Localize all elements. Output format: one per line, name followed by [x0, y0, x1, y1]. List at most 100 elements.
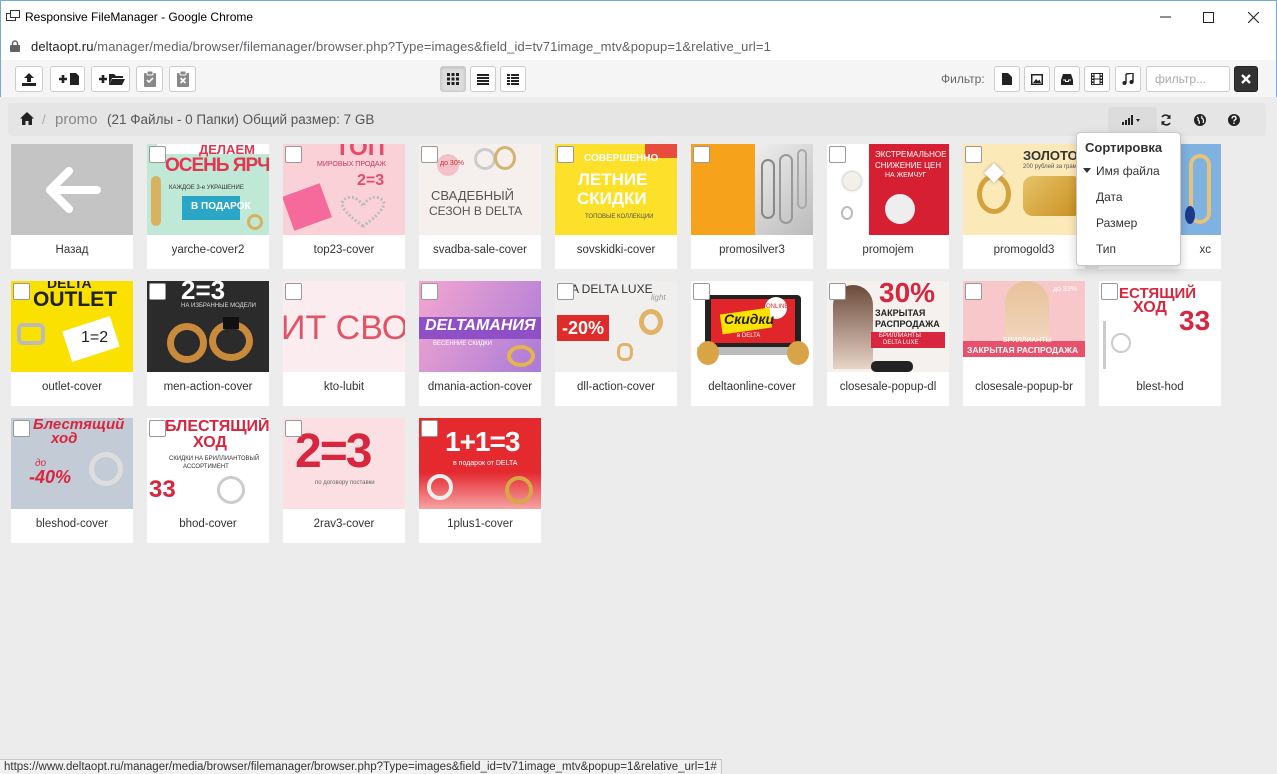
- file-checkbox[interactable]: [965, 146, 982, 163]
- file-tile[interactable]: 2=3 НА ИЗБРАННЫЕ МОДЕЛИ men-action-cover: [147, 281, 269, 406]
- thumb-text: 33: [1179, 305, 1211, 336]
- file-tile[interactable]: promosilver3: [691, 144, 813, 269]
- music-note-icon: [1122, 73, 1134, 85]
- file-tile[interactable]: 30% ЗАКРЫТАЯ РАСПРОДАЖА БРИЛЛИАНТЫ DELTA…: [827, 281, 949, 406]
- file-checkbox[interactable]: [557, 146, 574, 163]
- thumb-text: Блестящий: [33, 418, 125, 433]
- home-icon[interactable]: [20, 112, 34, 125]
- refresh-icon: [1161, 113, 1171, 126]
- thumb-text: СНИЖЕНИЕ ЦЕН: [875, 161, 942, 170]
- language-button[interactable]: [1191, 107, 1209, 132]
- file-icon: [1002, 73, 1012, 85]
- file-checkbox[interactable]: [421, 420, 438, 437]
- refresh-button[interactable]: [1157, 107, 1175, 132]
- heart-necklace-icon: [340, 195, 386, 228]
- sort-option-date[interactable]: Дата: [1096, 190, 1123, 204]
- clear-filter-button[interactable]: [1234, 66, 1258, 92]
- thumb-text: 200 рублей за грамм: [1023, 164, 1081, 170]
- film-icon: [1091, 73, 1103, 85]
- file-checkbox[interactable]: [693, 146, 710, 163]
- close-icon: [1241, 74, 1251, 84]
- new-folder-button[interactable]: [91, 66, 130, 92]
- file-tile[interactable]: до 33% БРИЛЛИАНТЫ ЗАКРЫТАЯ РАСПРОДАЖА cl…: [963, 281, 1085, 406]
- filter-input[interactable]: [1146, 66, 1230, 92]
- file-name: bhod-cover: [179, 518, 237, 530]
- close-window-button[interactable]: [1230, 1, 1276, 33]
- file-checkbox[interactable]: [285, 420, 302, 437]
- filter-music-button[interactable]: [1115, 66, 1141, 92]
- file-checkbox[interactable]: [13, 283, 30, 300]
- thumb-text: ЗОЛОТО: [1023, 148, 1078, 163]
- file-tile[interactable]: ИТ СВО kto-lubit: [283, 281, 405, 406]
- maximize-button[interactable]: [1185, 1, 1231, 33]
- arrow-left-icon: [46, 167, 101, 213]
- url-host: deltaopt.ru: [31, 39, 94, 54]
- file-checkbox[interactable]: [829, 283, 846, 300]
- select-all-button[interactable]: [136, 66, 163, 92]
- filter-images-button[interactable]: [1024, 66, 1050, 92]
- thumb-text: DELTAMAHИЯ: [425, 317, 536, 334]
- file-checkbox[interactable]: [285, 146, 302, 163]
- sort-option-name[interactable]: Имя файла: [1096, 164, 1160, 178]
- file-name: top23-cover: [313, 244, 375, 256]
- thumb-text: ХОД: [1133, 299, 1167, 316]
- app-window-icon: [6, 10, 20, 21]
- breadcrumb: / promo (21 Файлы - 0 Папки) Общий разме…: [8, 103, 1266, 136]
- file-checkbox[interactable]: [149, 146, 166, 163]
- file-tile[interactable]: ЗОЛОТО 200 рублей за грамм promogold3: [963, 144, 1085, 269]
- file-tile[interactable]: A DELTA LUXE light -20% dll-action-cover: [555, 281, 677, 406]
- sort-option-type[interactable]: Тип: [1096, 242, 1116, 256]
- view-columns-button[interactable]: [500, 66, 526, 92]
- lock-icon: [10, 40, 20, 52]
- filter-files-button[interactable]: [994, 66, 1020, 92]
- file-tile[interactable]: ЕСТЯЩИЙ ХОД 33 blest-hod: [1099, 281, 1221, 406]
- new-file-button[interactable]: [50, 66, 85, 92]
- file-tile[interactable]: ДЕЛАЕМ ОСЕНЬ ЯРЧЕ КАЖДОЕ 3-е УКРАШЕНИЕ В…: [147, 144, 269, 269]
- folder-info: (21 Файлы - 0 Папки) Общий размер: 7 GB: [107, 112, 375, 127]
- file-checkbox[interactable]: [421, 146, 438, 163]
- back-tile[interactable]: Назад: [11, 144, 133, 269]
- file-checkbox[interactable]: [285, 283, 302, 300]
- view-grid-button[interactable]: [440, 66, 466, 92]
- file-checkbox[interactable]: [149, 420, 166, 437]
- sort-button[interactable]: [1108, 107, 1157, 132]
- maximize-icon: [1202, 11, 1214, 23]
- file-tile[interactable]: ONLINE Скидки в DELTA deltaonline-cover: [691, 281, 813, 406]
- file-tile[interactable]: DELTA OUTLET 1=2 outlet-cover: [11, 281, 133, 406]
- sort-header: Сортировка: [1085, 140, 1163, 155]
- file-tile[interactable]: БЛЕСТЯЩИЙ ХОД СКИДКИ НА БРИЛЛИАНТОВЫЙ АС…: [147, 418, 269, 543]
- file-checkbox[interactable]: [13, 420, 30, 437]
- file-tile[interactable]: до 30% СВАДЕБНЫЙ СЕЗОН В DELTA svadba-sa…: [419, 144, 541, 269]
- file-checkbox[interactable]: [965, 283, 982, 300]
- file-checkbox[interactable]: [557, 283, 574, 300]
- address-bar[interactable]: deltaopt.ru/manager/media/browser/filema…: [0, 33, 1277, 60]
- deselect-button[interactable]: [169, 66, 196, 92]
- file-tile[interactable]: СОВЕРШЕННО ЛЕТНИЕ СКИДКИ ТОПОВЫЕ КОЛЛЕКЦ…: [555, 144, 677, 269]
- file-checkbox[interactable]: [149, 283, 166, 300]
- page-url[interactable]: deltaopt.ru/manager/media/browser/filema…: [31, 39, 771, 54]
- file-checkbox[interactable]: [1101, 283, 1118, 300]
- file-tile[interactable]: ТОП МИРОВЫХ ПРОДАЖ 2=3 top23-cover: [283, 144, 405, 269]
- list-icon: [477, 73, 489, 85]
- file-tile[interactable]: 2=3 по договору поставки 2rav3-cover: [283, 418, 405, 543]
- filter-video-button[interactable]: [1084, 66, 1110, 92]
- upload-button[interactable]: [15, 66, 43, 92]
- file-tile[interactable]: ЭКСТРЕМАЛЬНОЕ СНИЖЕНИЕ ЦЕН НА ЖЕМЧУГ pro…: [827, 144, 949, 269]
- minimize-button[interactable]: [1142, 1, 1188, 33]
- file-tile[interactable]: DELTAMAHИЯ ВЕСЕННИЕ СКИДКИ dmania-action…: [419, 281, 541, 406]
- file-name: promojem: [862, 244, 914, 256]
- thumb-text: light: [651, 293, 666, 302]
- thumb-text: ХОД: [193, 434, 227, 451]
- file-checkbox[interactable]: [829, 146, 846, 163]
- file-checkbox[interactable]: [693, 283, 710, 300]
- file-tile[interactable]: 1+1=3 в подарок от DELTA 1plus1-cover: [419, 418, 541, 543]
- filter-archives-button[interactable]: [1054, 66, 1080, 92]
- help-button[interactable]: [1225, 107, 1243, 132]
- file-tile[interactable]: Блестящий ход до -40% bleshod-cover: [11, 418, 133, 543]
- thumb-text: КАЖДОЕ 3-е УКРАШЕНИЕ: [169, 185, 244, 191]
- thumb-text: 2=3: [357, 172, 385, 189]
- image-icon: [1031, 73, 1043, 85]
- view-list-button[interactable]: [470, 66, 496, 92]
- sort-option-size[interactable]: Размер: [1096, 216, 1137, 230]
- file-checkbox[interactable]: [421, 283, 438, 300]
